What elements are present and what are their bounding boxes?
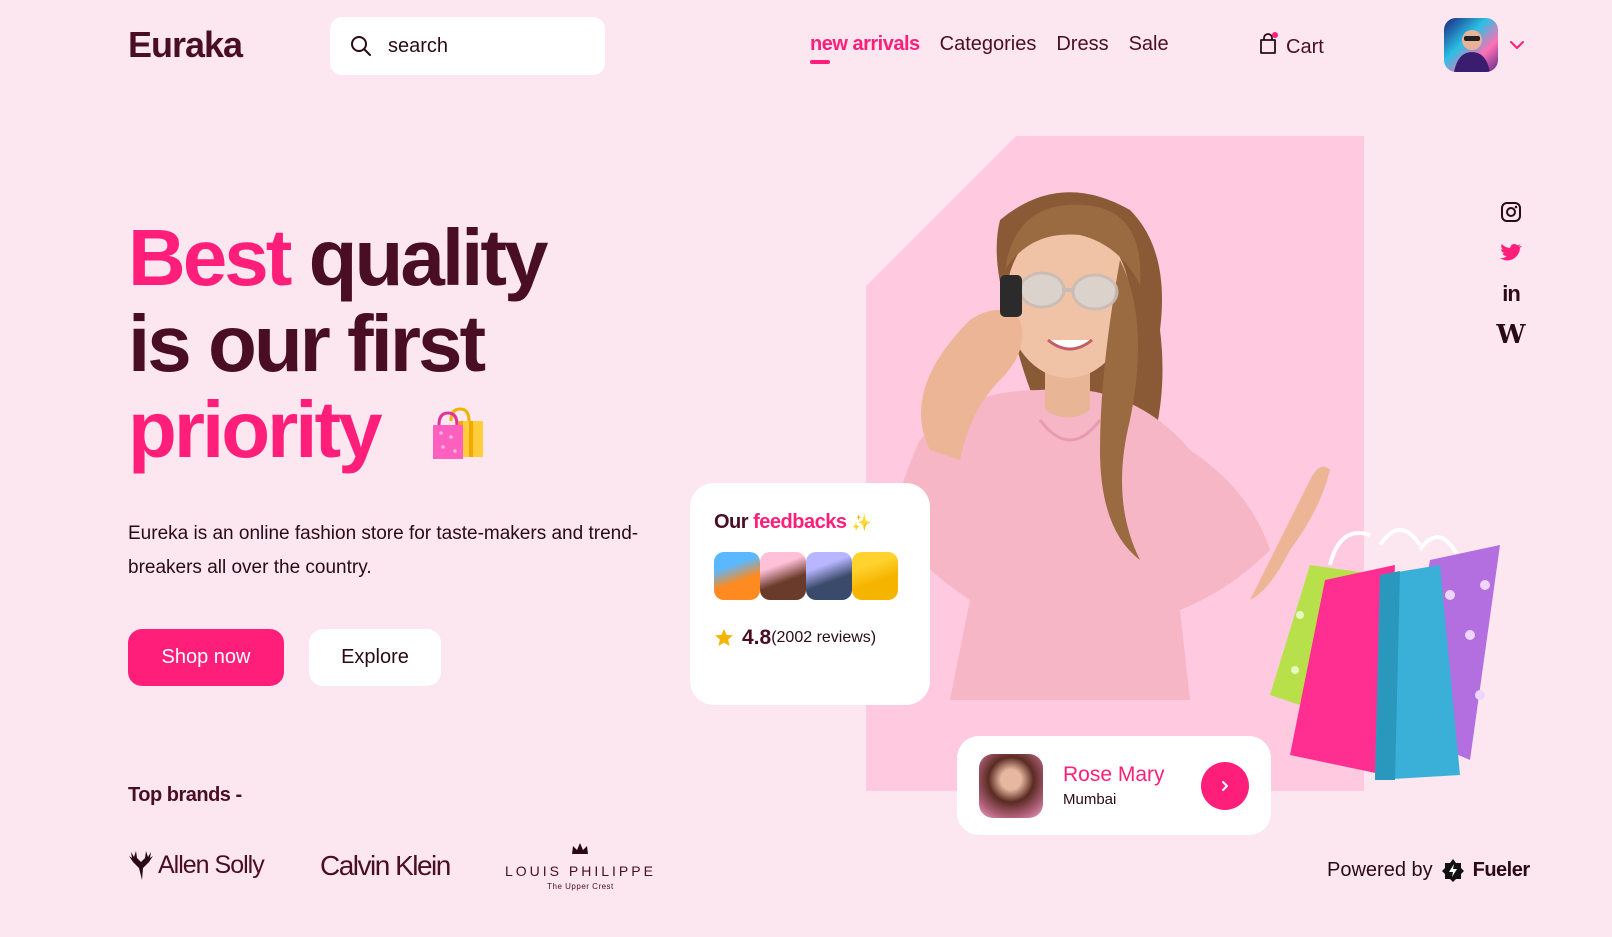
shopping-bags-illustration bbox=[1270, 528, 1500, 780]
cart-link[interactable]: Cart bbox=[1258, 32, 1324, 61]
profile-card[interactable]: Rose Mary Mumbai bbox=[957, 736, 1271, 835]
brand-calvin-klein[interactable]: Calvin Klein bbox=[320, 850, 451, 882]
search-icon bbox=[351, 36, 371, 56]
headline-best: Best bbox=[128, 213, 292, 302]
profile-name: Rose Mary bbox=[1063, 763, 1165, 786]
rating-row: 4.8 (2002 reviews) bbox=[714, 626, 906, 650]
profile-city: Mumbai bbox=[1063, 791, 1117, 808]
hero-description: Eureka is an online fashion store for ta… bbox=[128, 523, 639, 578]
nav-new-arrivals[interactable]: new arrivals bbox=[810, 33, 920, 64]
sparkle-icon: ✨ bbox=[851, 515, 872, 532]
nav-sale[interactable]: Sale bbox=[1129, 33, 1169, 56]
top-brands-title: Top brands - bbox=[128, 784, 242, 806]
feedback-card[interactable]: Our feedbacks ✨ 4.8 (2002 reviews) bbox=[690, 483, 930, 705]
brand-logo[interactable]: Euraka bbox=[128, 24, 243, 66]
hero-headline: Best quality is our first priority bbox=[128, 213, 549, 474]
explore-button[interactable]: Explore bbox=[309, 629, 441, 686]
instagram-icon[interactable] bbox=[1499, 200, 1523, 224]
feedback-title-feedbacks: feedbacks bbox=[753, 511, 847, 533]
louis-philippe-tagline: The Upper Crest bbox=[547, 882, 614, 891]
star-icon bbox=[715, 629, 733, 646]
cart-badge-dot bbox=[1272, 32, 1278, 38]
reviewer-avatars bbox=[714, 552, 906, 600]
twitter-icon[interactable] bbox=[1499, 241, 1523, 265]
reviewer-avatar bbox=[806, 552, 852, 600]
chevron-right-icon bbox=[1222, 780, 1228, 791]
brand-louis-philippe[interactable]: LOUIS PHILIPPE The Upper Crest bbox=[505, 842, 656, 891]
headline-line2: is our first bbox=[128, 299, 486, 388]
feedback-title: Our feedbacks ✨ bbox=[714, 511, 906, 534]
profile-info: Rose Mary Mumbai bbox=[1043, 763, 1165, 808]
allen-solly-label: Allen Solly bbox=[158, 851, 265, 879]
stag-icon bbox=[129, 851, 153, 880]
avatar-image bbox=[1454, 30, 1490, 72]
reviewer-avatar bbox=[760, 552, 806, 600]
powered-by-label: Powered by bbox=[1327, 858, 1433, 881]
headline-quality: quality bbox=[289, 213, 549, 302]
louis-philippe-label: LOUIS PHILIPPE bbox=[505, 863, 656, 879]
wikipedia-icon[interactable]: W bbox=[1496, 320, 1525, 350]
chevron-down-icon[interactable] bbox=[1508, 36, 1526, 54]
reviewer-avatar bbox=[714, 552, 760, 600]
search-box[interactable] bbox=[330, 17, 605, 75]
rating-value: 4.8 bbox=[742, 626, 772, 649]
social-links: in W bbox=[1496, 200, 1526, 350]
search-input[interactable] bbox=[388, 34, 578, 58]
shop-now-button[interactable]: Shop now bbox=[128, 629, 284, 686]
linkedin-icon[interactable]: in bbox=[1499, 281, 1523, 306]
main-nav: new arrivals Categories Dress Sale bbox=[810, 33, 1169, 64]
review-count: (2002 reviews) bbox=[771, 629, 877, 646]
shopping-bags-icon bbox=[432, 407, 483, 459]
headline-priority: priority bbox=[128, 385, 383, 474]
powered-by[interactable]: Powered by Fueler bbox=[1327, 858, 1530, 882]
nav-dress[interactable]: Dress bbox=[1056, 33, 1108, 56]
cart-label: Cart bbox=[1286, 35, 1324, 58]
reviewer-avatar bbox=[852, 552, 898, 600]
cart-icon bbox=[1258, 32, 1278, 61]
nav-categories[interactable]: Categories bbox=[940, 33, 1037, 56]
crown-icon bbox=[572, 843, 589, 854]
user-avatar[interactable] bbox=[1444, 18, 1498, 72]
feedback-title-our: Our bbox=[714, 511, 754, 533]
profile-next-button[interactable] bbox=[1201, 761, 1249, 810]
brand-allen-solly[interactable]: Allen Solly bbox=[128, 846, 265, 880]
fueler-label: Fueler bbox=[1472, 858, 1531, 881]
profile-photo bbox=[979, 753, 1043, 818]
fueler-logo-icon bbox=[1441, 859, 1464, 882]
